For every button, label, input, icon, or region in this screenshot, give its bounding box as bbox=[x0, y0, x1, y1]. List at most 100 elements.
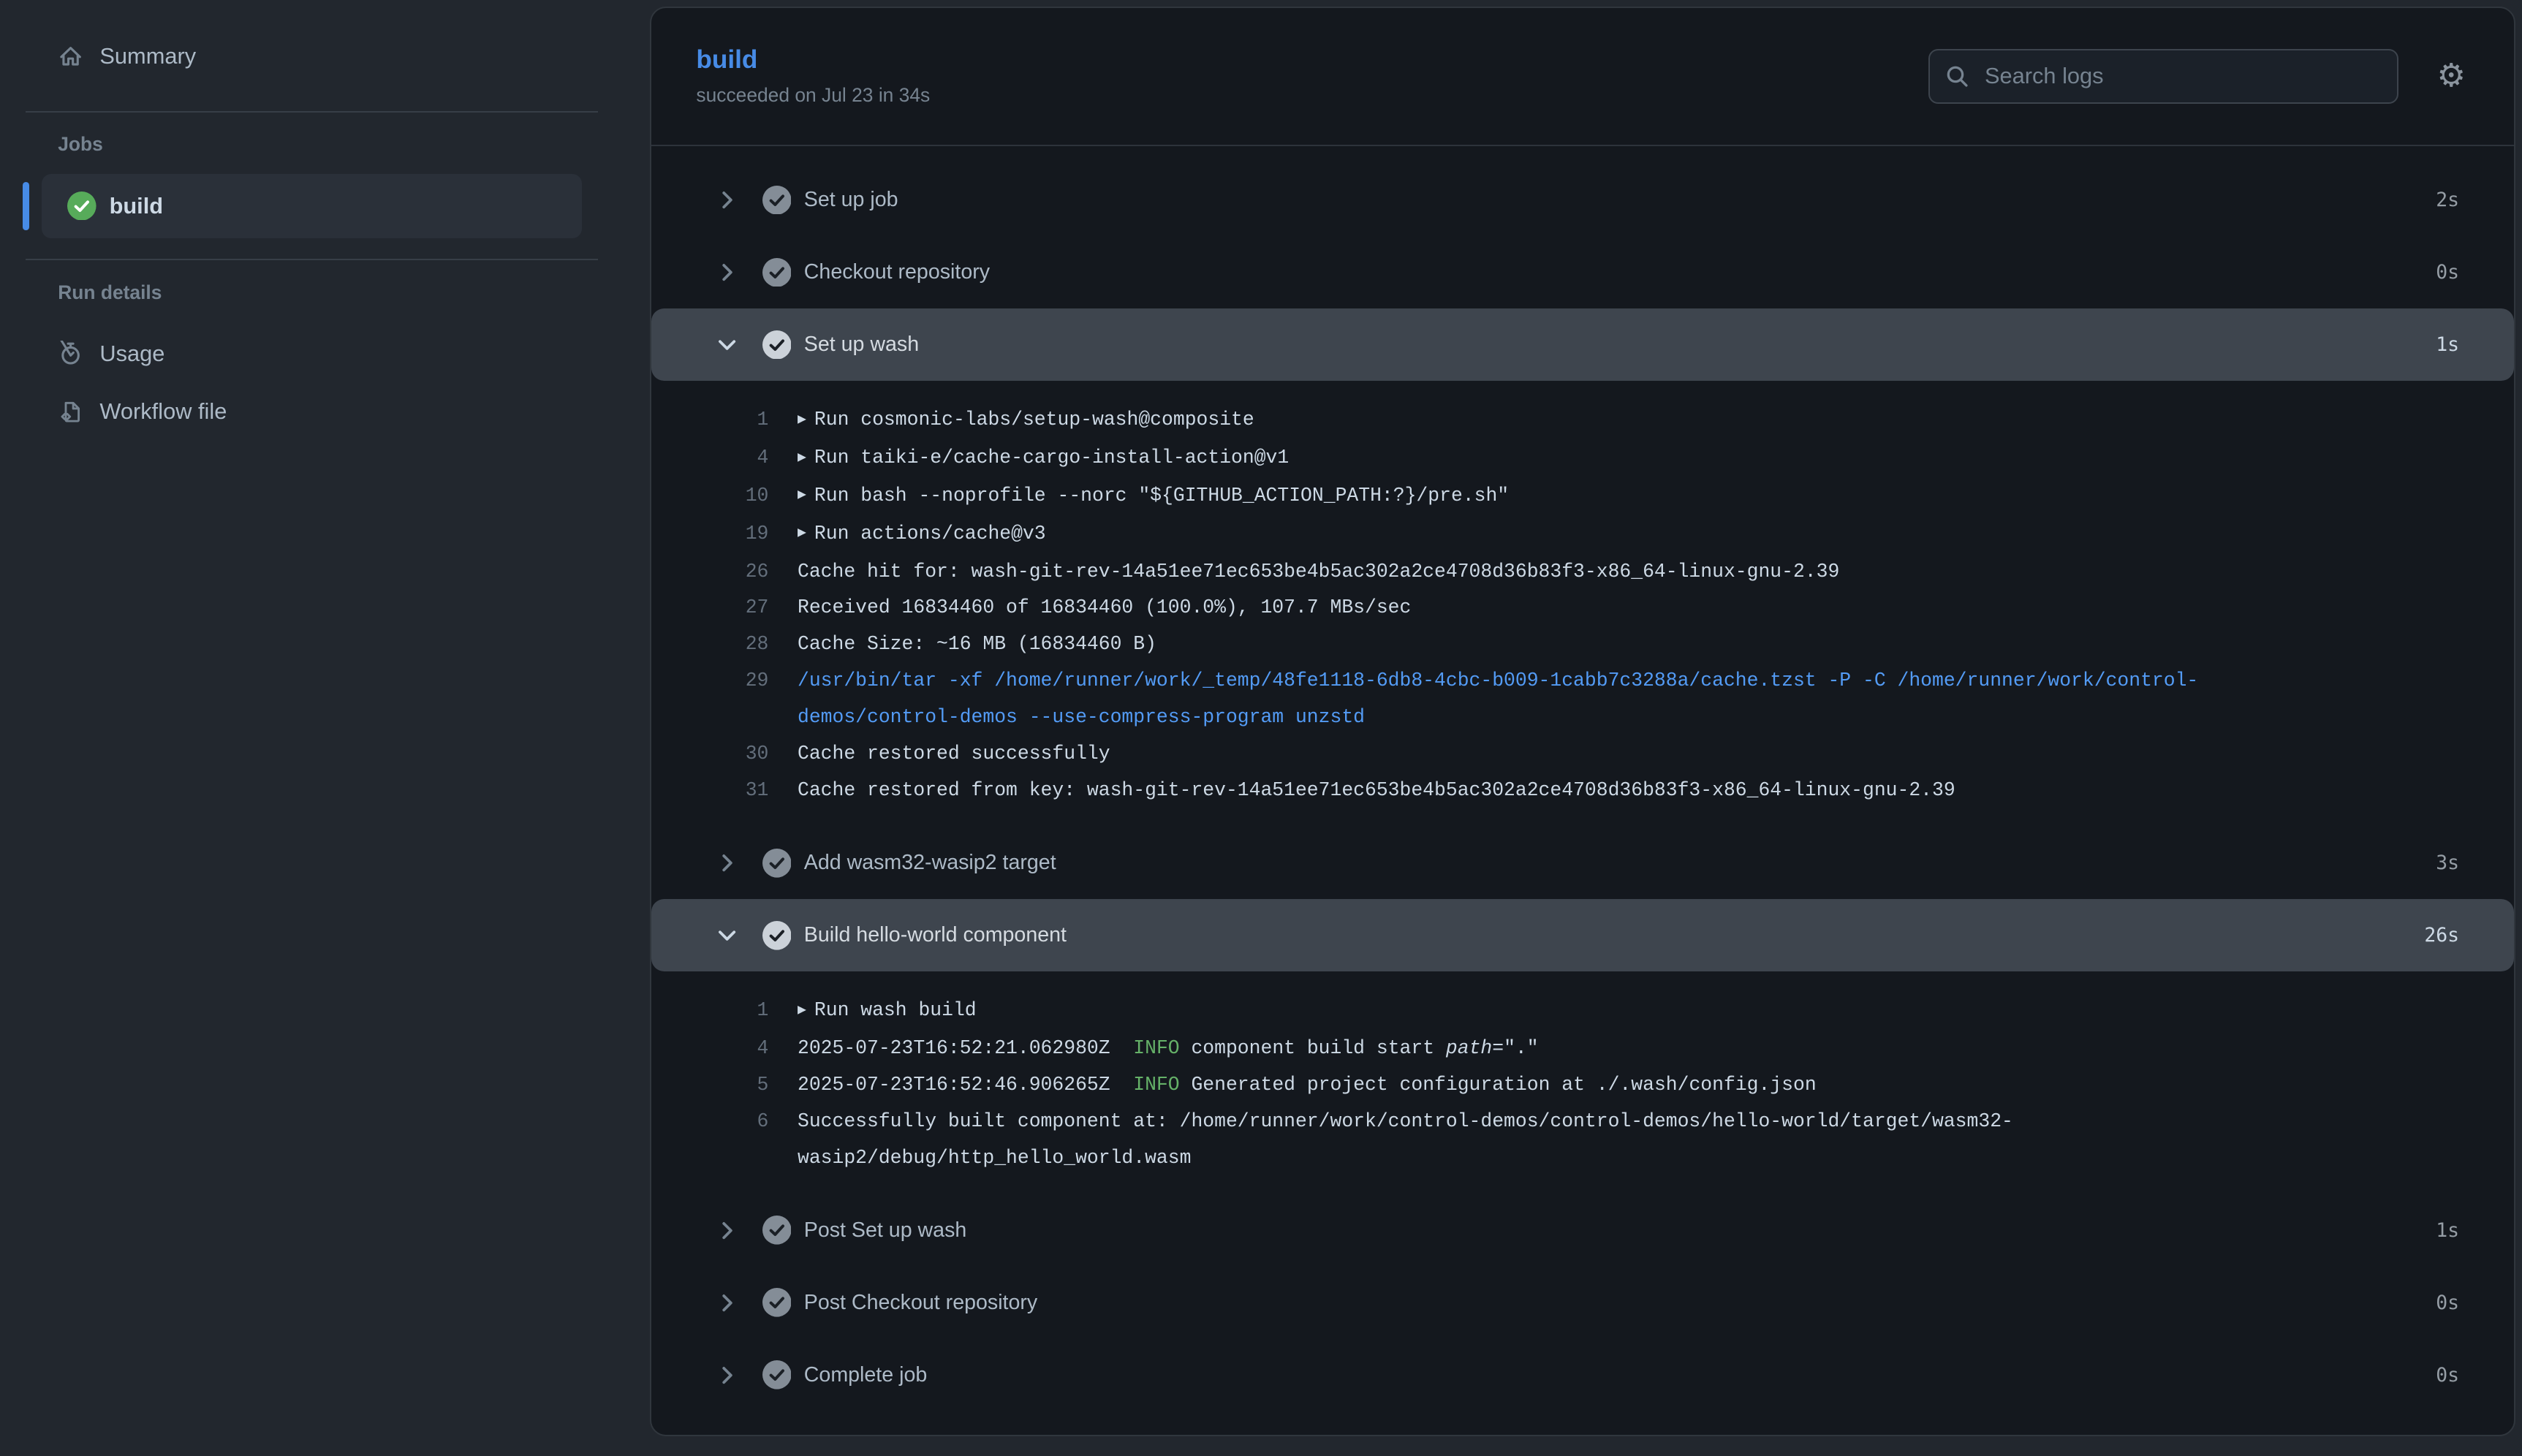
step-duration: 3s bbox=[2436, 852, 2459, 874]
log-line-number[interactable]: 4 bbox=[700, 440, 769, 478]
check-circle-icon bbox=[762, 186, 792, 215]
step-row[interactable]: Set up job 2s bbox=[651, 164, 2514, 236]
steps-list: Set up job 2s Checkout repository 0s Set up … bbox=[651, 146, 2514, 1436]
search-logs-input[interactable] bbox=[1928, 49, 2398, 104]
step-duration: 1s bbox=[2436, 333, 2459, 356]
log-line-number[interactable]: 1 bbox=[700, 402, 769, 440]
log-line-number[interactable]: 26 bbox=[700, 554, 769, 591]
step-row[interactable]: Complete job 0s bbox=[651, 1339, 2514, 1411]
job-name-label: build bbox=[110, 193, 164, 219]
log-line: 1 ▶Run wash build bbox=[700, 993, 2514, 1031]
log-line-number[interactable]: 6 bbox=[700, 1104, 769, 1177]
log-line-text: Cache restored successfully bbox=[798, 736, 2213, 773]
step-label: Add wasm32-wasip2 target bbox=[804, 851, 1056, 875]
step-duration: 0s bbox=[2436, 261, 2459, 284]
log-line-text: ▶Run actions/cache@v3 bbox=[798, 516, 2213, 554]
chevron-down-icon bbox=[714, 922, 740, 948]
run-details-section-header: Run details bbox=[0, 260, 650, 306]
step-row[interactable]: Build hello-world component26s bbox=[651, 899, 2514, 971]
stopwatch-icon bbox=[58, 341, 83, 366]
success-check-circle-icon bbox=[67, 192, 96, 221]
log-line-number[interactable]: 31 bbox=[700, 773, 769, 809]
log-field-name: path bbox=[1446, 1037, 1492, 1059]
chevron-right-icon bbox=[714, 259, 740, 285]
log-line-number[interactable]: 27 bbox=[700, 590, 769, 626]
log-line-text: 2025-07-23T16:52:21.062980Z INFO compone… bbox=[798, 1031, 2213, 1067]
check-circle-icon bbox=[762, 1288, 792, 1317]
log-line-text: Cache hit for: wash-git-rev-14a51ee71ec6… bbox=[798, 554, 2213, 591]
log-line-number[interactable]: 29 bbox=[700, 663, 769, 736]
check-circle-icon bbox=[762, 1216, 792, 1245]
run-group-arrow-icon: ▶ bbox=[798, 487, 806, 503]
sidebar-workflow-file-label: Workflow file bbox=[99, 398, 227, 425]
step-row[interactable]: Post Set up wash1s bbox=[651, 1194, 2514, 1267]
step-duration: 26s bbox=[2424, 924, 2459, 947]
chevron-right-icon bbox=[714, 1218, 740, 1243]
step-row[interactable]: Set up wash1s bbox=[651, 308, 2514, 381]
log-line-text: ▶Run bash --noprofile --norc "${GITHUB_A… bbox=[798, 478, 2213, 516]
log-line: 1 ▶Run cosmonic-labs/setup-wash@composite bbox=[700, 402, 2514, 440]
step-row[interactable]: Post Checkout repository0s bbox=[651, 1267, 2514, 1339]
sidebar-summary-label: Summary bbox=[99, 43, 196, 69]
run-group-arrow-icon: ▶ bbox=[798, 450, 806, 466]
jobs-section-header: Jobs bbox=[0, 113, 650, 158]
log-line-number[interactable]: 19 bbox=[700, 516, 769, 554]
home-icon bbox=[58, 43, 83, 69]
log-block: 1 ▶Run wash build 4 2025-07-23T16:52:21.062… bbox=[651, 993, 2514, 1177]
log-line-text: Successfully built component at: /home/r… bbox=[798, 1104, 2213, 1177]
sidebar-job-build[interactable]: build bbox=[42, 174, 582, 238]
sidebar: Summary Jobs build Run details Usage Wor… bbox=[0, 0, 650, 1455]
file-code-icon bbox=[58, 399, 83, 425]
run-group-arrow-icon: ▶ bbox=[798, 1002, 806, 1018]
panel-header: build succeeded on Jul 23 in 34s ⚙ bbox=[651, 8, 2514, 146]
job-title-link[interactable]: build bbox=[696, 45, 930, 75]
log-line: 4 ▶Run taiki-e/cache-cargo-install-action… bbox=[700, 440, 2514, 478]
step-row[interactable]: Checkout repository 0s bbox=[651, 236, 2514, 308]
log-line-number[interactable]: 1 bbox=[700, 993, 769, 1031]
step-duration: 2s bbox=[2436, 189, 2459, 211]
check-circle-icon bbox=[762, 921, 792, 950]
chevron-right-icon bbox=[714, 1290, 740, 1316]
log-line: 31 Cache restored from key: wash-git-rev-… bbox=[700, 773, 2514, 809]
log-level-info: INFO bbox=[1133, 1037, 1179, 1059]
gear-icon[interactable]: ⚙ bbox=[2436, 60, 2465, 92]
log-line: 29/usr/bin/tar -xf /home/runner/work/_te… bbox=[700, 663, 2514, 736]
log-line-text: Cache Size: ~16 MB (16834460 B) bbox=[798, 626, 2213, 663]
sidebar-item-usage[interactable]: Usage bbox=[0, 325, 650, 382]
log-block: 1 ▶Run cosmonic-labs/setup-wash@composite… bbox=[651, 402, 2514, 809]
log-line: 19 ▶Run actions/cache@v3 bbox=[700, 516, 2514, 554]
log-line: 28 Cache Size: ~16 MB (16834460 B) bbox=[700, 626, 2514, 663]
check-circle-icon bbox=[762, 330, 792, 360]
job-status-line: succeeded on Jul 23 in 34s bbox=[696, 84, 930, 107]
log-line-text: ▶Run wash build bbox=[798, 993, 2213, 1031]
log-line: 30 Cache restored successfully bbox=[700, 736, 2514, 773]
log-line: 6 Successfully built component at: /home/… bbox=[700, 1104, 2514, 1177]
step-label: Complete job bbox=[804, 1363, 927, 1387]
step-duration: 0s bbox=[2436, 1292, 2459, 1314]
check-circle-icon bbox=[762, 1360, 792, 1389]
log-line-number[interactable]: 28 bbox=[700, 626, 769, 663]
log-line: 4 2025-07-23T16:52:21.062980Z INFO compon… bbox=[700, 1031, 2514, 1067]
log-line-text: ▶Run taiki-e/cache-cargo-install-action@… bbox=[798, 440, 2213, 478]
log-line-text: ▶Run cosmonic-labs/setup-wash@composite bbox=[798, 402, 2213, 440]
log-line-number[interactable]: 4 bbox=[700, 1031, 769, 1067]
log-command-text: /usr/bin/tar -xf /home/runner/work/_temp… bbox=[798, 670, 2198, 728]
step-row[interactable]: Add wasm32-wasip2 target 3s bbox=[651, 827, 2514, 899]
log-line-number[interactable]: 30 bbox=[700, 736, 769, 773]
log-line-number[interactable]: 5 bbox=[700, 1067, 769, 1104]
log-line: 26 Cache hit for: wash-git-rev-14a51ee71e… bbox=[700, 554, 2514, 591]
log-line-text: Received 16834460 of 16834460 (100.0%), … bbox=[798, 590, 2213, 626]
step-duration: 0s bbox=[2436, 1364, 2459, 1387]
log-line: 27 Received 16834460 of 16834460 (100.0%)… bbox=[700, 590, 2514, 626]
sidebar-item-summary[interactable]: Summary bbox=[0, 23, 650, 90]
chevron-right-icon bbox=[714, 187, 740, 213]
step-label: Set up job bbox=[804, 188, 898, 212]
run-group-arrow-icon: ▶ bbox=[798, 525, 806, 541]
step-label: Checkout repository bbox=[804, 260, 990, 284]
check-circle-icon bbox=[762, 258, 792, 287]
log-line-number[interactable]: 10 bbox=[700, 478, 769, 516]
log-level-info: INFO bbox=[1133, 1074, 1179, 1096]
job-log-panel: build succeeded on Jul 23 in 34s ⚙ Set u… bbox=[650, 7, 2515, 1436]
sidebar-item-workflow-file[interactable]: Workflow file bbox=[0, 383, 650, 441]
log-line-text: Cache restored from key: wash-git-rev-14… bbox=[798, 773, 2213, 809]
